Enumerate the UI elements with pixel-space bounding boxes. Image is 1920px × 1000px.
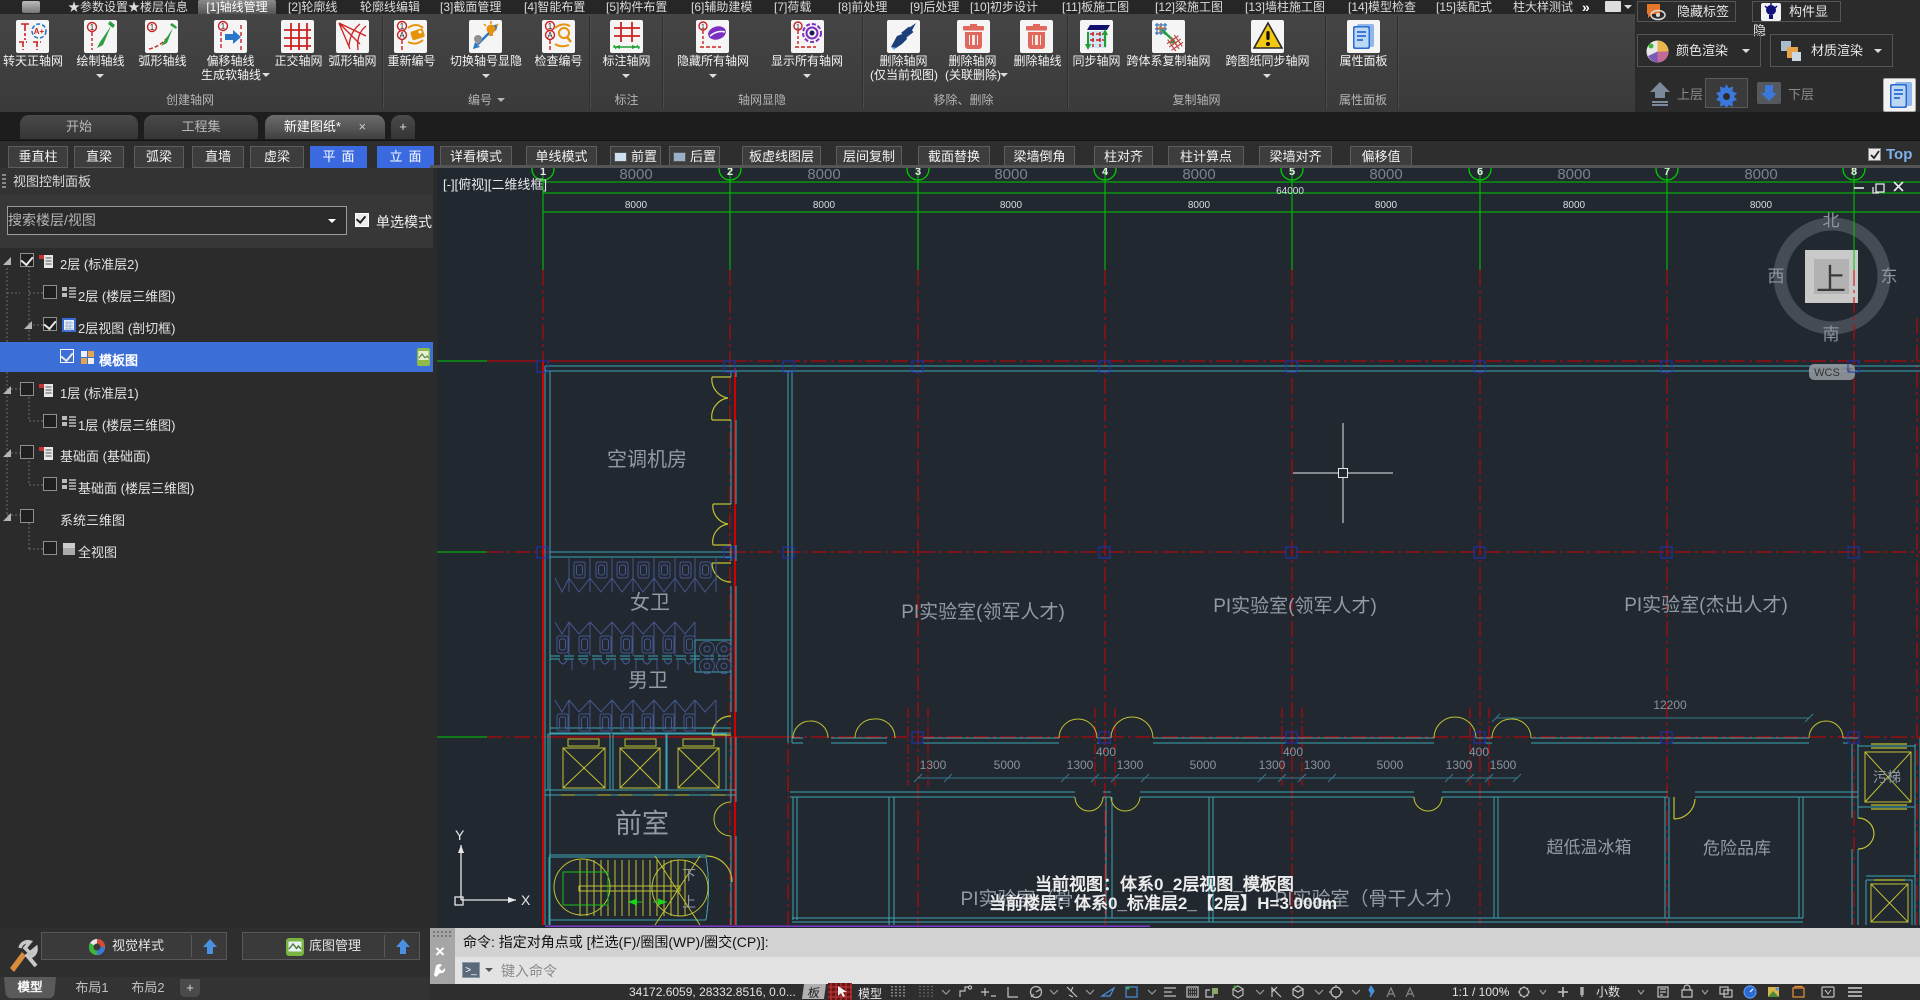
svg-text:1: 1 — [400, 22, 405, 31]
svg-text:6: 6 — [1477, 168, 1483, 178]
svg-text:64000: 64000 — [1276, 186, 1304, 197]
svg-text:12200: 12200 — [1653, 698, 1687, 712]
svg-text:男卫: 男卫 — [628, 670, 668, 692]
svg-text:8000: 8000 — [807, 168, 840, 183]
svg-text:小数: 小数 — [1596, 984, 1620, 999]
svg-text:8000: 8000 — [813, 200, 836, 211]
svg-text:PI实验室(领军人才): PI实验室(领军人才) — [901, 601, 1065, 623]
svg-text:1: 1 — [701, 24, 705, 31]
svg-text:污梯: 污梯 — [1873, 769, 1901, 785]
svg-text:A: A — [547, 31, 553, 40]
svg-text:400: 400 — [1096, 745, 1116, 759]
svg-text:当前视图：体系0_2层视图_模板图: 当前视图：体系0_2层视图_模板图 — [1035, 874, 1294, 894]
svg-text:女卫: 女卫 — [630, 591, 670, 614]
svg-text:5000: 5000 — [994, 758, 1021, 772]
svg-text:当前楼层：体系0_标准层2_【2层】H=3.000m: 当前楼层：体系0_标准层2_【2层】H=3.000m — [989, 893, 1337, 913]
svg-text:上: 上 — [682, 894, 696, 910]
svg-text:5000: 5000 — [1190, 758, 1217, 772]
svg-text:8000: 8000 — [619, 168, 652, 183]
svg-text:1: 1 — [796, 24, 800, 31]
svg-text:3: 3 — [915, 168, 921, 178]
svg-text:400: 400 — [1283, 745, 1303, 759]
svg-text:前室: 前室 — [615, 809, 669, 839]
svg-text:5: 5 — [1289, 168, 1295, 178]
svg-text:1500: 1500 — [1490, 758, 1517, 772]
svg-text:1300: 1300 — [1067, 758, 1094, 772]
svg-text:1: 1 — [150, 23, 155, 32]
svg-text:PI实验室(杰出人才): PI实验室(杰出人才) — [1624, 594, 1788, 616]
svg-text:400: 400 — [1469, 745, 1489, 759]
svg-text:A: A — [399, 31, 405, 40]
svg-text:X: X — [521, 892, 531, 908]
svg-text:8000: 8000 — [625, 200, 648, 211]
svg-text:5000: 5000 — [1377, 758, 1404, 772]
svg-text:4: 4 — [1102, 168, 1109, 178]
svg-text:1: 1 — [548, 22, 553, 31]
svg-text:8000: 8000 — [1375, 200, 1398, 211]
svg-text:1300: 1300 — [1446, 758, 1473, 772]
svg-text:8000: 8000 — [994, 168, 1027, 183]
svg-text:1300: 1300 — [1259, 758, 1286, 772]
svg-text:1: 1 — [221, 22, 226, 31]
svg-text:8000: 8000 — [1744, 168, 1777, 183]
svg-text:1300: 1300 — [920, 758, 947, 772]
svg-text:8000: 8000 — [1369, 168, 1402, 183]
svg-text:8000: 8000 — [1750, 200, 1773, 211]
svg-text:8: 8 — [1851, 168, 1857, 178]
svg-text:8000: 8000 — [1000, 200, 1023, 211]
svg-text:1300: 1300 — [1304, 758, 1331, 772]
svg-text:PI实验室(领军人才): PI实验室(领军人才) — [1213, 595, 1377, 617]
svg-text:WCS: WCS — [1814, 367, 1840, 379]
svg-text:8000: 8000 — [1188, 200, 1211, 211]
svg-text:南: 南 — [1823, 325, 1840, 344]
svg-text:危险品库: 危险品库 — [1703, 839, 1771, 858]
svg-text:7: 7 — [1664, 168, 1670, 178]
svg-text:1300: 1300 — [1117, 758, 1144, 772]
svg-text:8000: 8000 — [1563, 200, 1586, 211]
svg-text:A+: A+ — [34, 27, 45, 36]
svg-text:8000: 8000 — [1557, 168, 1590, 183]
svg-text:超低温冰箱: 超低温冰箱 — [1547, 838, 1632, 857]
svg-text:1: 1 — [90, 23, 95, 32]
svg-text:下: 下 — [682, 867, 696, 883]
svg-text:8000: 8000 — [1182, 168, 1215, 183]
svg-text:[-][俯视][二维线框]: [-][俯视][二维线框] — [443, 177, 547, 192]
svg-text:北: 北 — [1823, 211, 1840, 230]
svg-text:西: 西 — [1768, 267, 1785, 286]
svg-text:2: 2 — [727, 168, 733, 178]
svg-text:东: 东 — [1881, 267, 1898, 286]
svg-text:空调机房: 空调机房 — [607, 448, 687, 471]
svg-text:Y: Y — [455, 827, 465, 843]
svg-text:上: 上 — [1816, 264, 1846, 297]
